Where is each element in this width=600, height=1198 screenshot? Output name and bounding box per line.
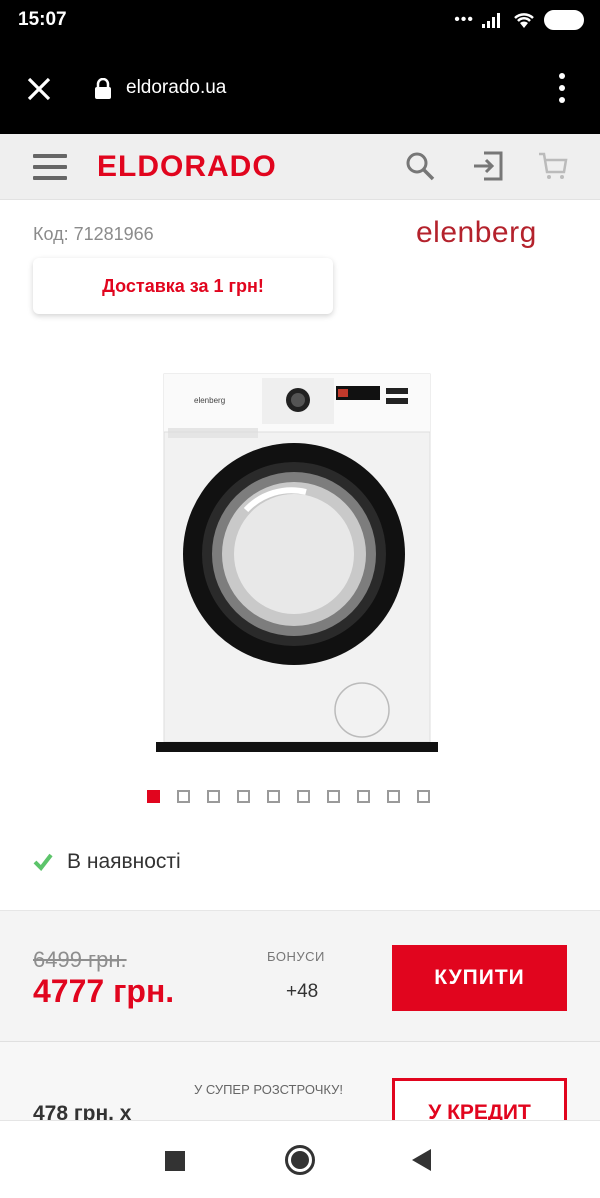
cart-icon[interactable] [537,150,569,182]
status-icons: ••• 18 [454,9,584,31]
gallery-dot[interactable] [357,790,370,803]
status-bar: 15:07 ••• 18 [0,0,600,40]
gallery-dot[interactable] [207,790,220,803]
gallery-dot[interactable] [387,790,400,803]
check-icon [33,853,53,871]
gallery-dot[interactable] [327,790,340,803]
gallery-dot[interactable] [417,790,430,803]
recents-icon[interactable] [165,1151,185,1171]
old-price: 6499 грн. [33,947,127,972]
product-code: Код: 71281966 [33,224,154,244]
site-logo[interactable]: ELDORADO [97,150,277,184]
installment-label: У СУПЕР РОЗСТРОЧКУ! [194,1082,343,1097]
availability-status: В наявності [33,850,181,874]
browser-toolbar: eldorado.ua [0,40,600,134]
home-icon[interactable] [285,1145,315,1175]
signal-icon [482,13,500,28]
bonus-label: БОНУСИ [267,949,325,964]
availability-text: В наявності [67,850,181,873]
credit-button[interactable]: У КРЕДИТ [392,1078,567,1120]
gallery-dot[interactable] [147,790,160,803]
image-brand-text: elenberg [194,396,225,405]
buy-button[interactable]: КУПИТИ [392,945,567,1011]
gallery-dot[interactable] [267,790,280,803]
lock-icon [95,78,111,99]
gallery-pagination [147,790,430,803]
url-text[interactable]: eldorado.ua [126,77,226,99]
wifi-icon [514,13,534,28]
more-dots-icon: ••• [454,11,474,28]
bonus-value: +48 [286,981,319,1002]
login-icon[interactable] [472,150,504,182]
menu-icon[interactable] [33,154,67,180]
current-price: 4777 грн. [33,973,175,1009]
system-nav-bar [0,1120,600,1198]
installment-price: 478 грн. x [33,1102,132,1120]
battery-level: 18 [556,12,572,28]
site-header: ELDORADO [0,134,600,200]
promo-text: Доставка за 1 грн! [102,275,264,296]
status-time: 15:07 [18,9,67,30]
credit-button-label: У КРЕДИТ [428,1101,531,1120]
battery-icon: 18 [544,10,584,30]
credit-panel: У СУПЕР РОЗСТРОЧКУ! 478 грн. x У КРЕДИТ [0,1042,600,1120]
gallery-dot[interactable] [297,790,310,803]
delivery-promo-badge[interactable]: Доставка за 1 грн! [33,258,333,314]
gallery-dot[interactable] [177,790,190,803]
close-icon[interactable] [24,74,54,104]
brand-logo[interactable]: elenberg [416,216,537,250]
back-icon[interactable] [412,1149,431,1171]
overflow-menu-icon[interactable] [552,70,572,104]
search-icon[interactable] [404,150,436,182]
product-image[interactable]: elenberg [156,370,438,756]
price-panel: 6499 грн. 4777 грн. БОНУСИ +48 КУПИТИ [0,910,600,1042]
gallery-dot[interactable] [237,790,250,803]
